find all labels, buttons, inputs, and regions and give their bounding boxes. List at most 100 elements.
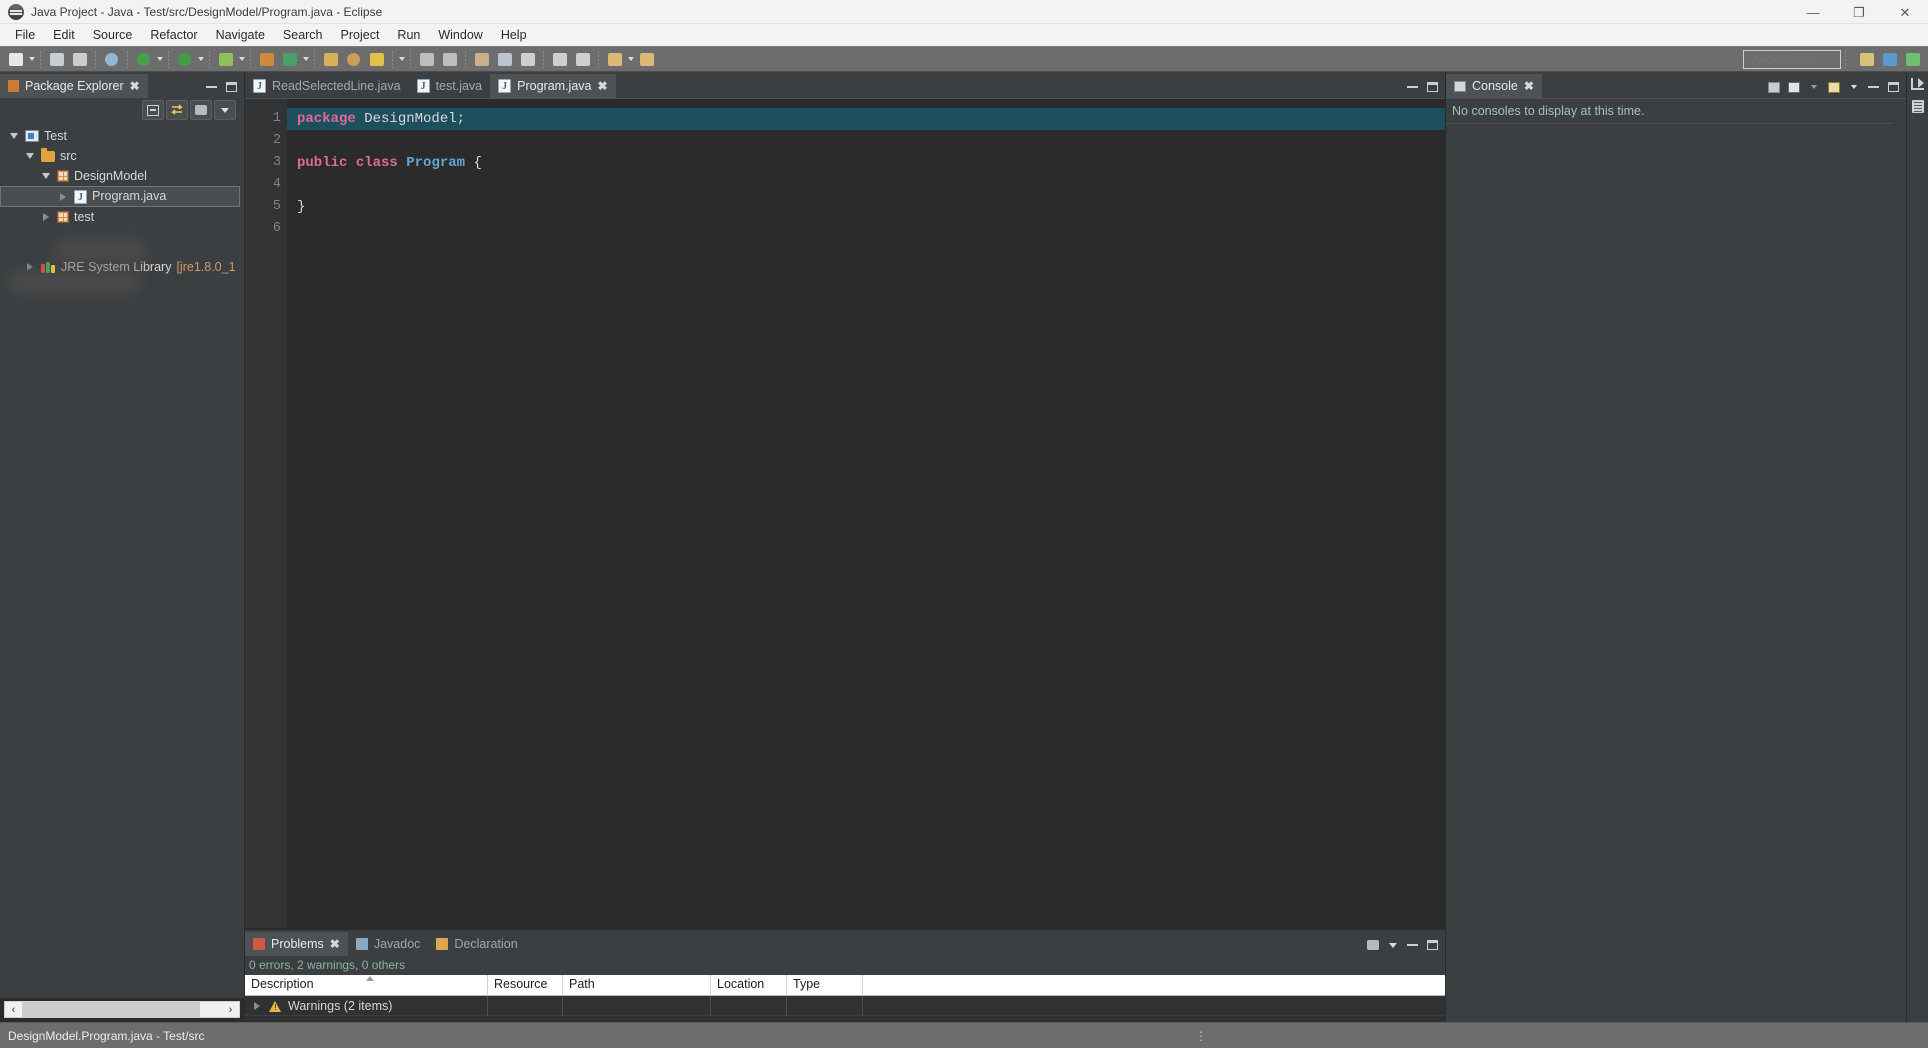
maximize-window-button[interactable]: ❐ bbox=[1836, 0, 1882, 24]
problems-tab-javadoc[interactable]: Javadoc bbox=[348, 932, 429, 956]
new-wizard-button[interactable] bbox=[5, 49, 26, 70]
save-button[interactable] bbox=[46, 49, 67, 70]
collapse-all-button[interactable] bbox=[142, 100, 164, 120]
code-line[interactable] bbox=[287, 218, 1445, 240]
menu-window[interactable]: Window bbox=[429, 26, 491, 44]
display-selected-console-button[interactable] bbox=[1785, 79, 1802, 95]
twisty-collapsed-icon[interactable] bbox=[57, 191, 69, 203]
console-minimize-button[interactable] bbox=[1865, 79, 1882, 95]
problems-column-path[interactable]: Path bbox=[563, 975, 711, 995]
hscroll-thumb[interactable] bbox=[22, 1002, 200, 1017]
tab-package-explorer[interactable]: Package Explorer ✖ bbox=[0, 74, 148, 98]
minimize-window-button[interactable]: — bbox=[1790, 0, 1836, 24]
problems-row-description[interactable]: Warnings (2 items) bbox=[245, 995, 488, 1016]
tree-item-designmodel[interactable]: DesignModel bbox=[0, 166, 244, 186]
back-button[interactable] bbox=[471, 49, 492, 70]
forward-nav-button[interactable] bbox=[636, 49, 657, 70]
menu-source[interactable]: Source bbox=[84, 26, 142, 44]
code-line[interactable]: package DesignModel; bbox=[287, 108, 1445, 130]
new-dropdown[interactable] bbox=[27, 50, 36, 68]
menu-run[interactable]: Run bbox=[388, 26, 429, 44]
editor-body[interactable]: 1 2 3 4 5 6 package DesignModel; public class … bbox=[245, 98, 1445, 928]
twisty-collapsed-icon[interactable] bbox=[40, 211, 52, 223]
menu-refactor[interactable]: Refactor bbox=[141, 26, 206, 44]
forward-button[interactable] bbox=[494, 49, 515, 70]
outline-button[interactable] bbox=[549, 49, 570, 70]
close-icon[interactable]: ✖ bbox=[130, 79, 140, 93]
editor-marker-bar[interactable] bbox=[245, 99, 261, 928]
annotation-button[interactable] bbox=[366, 49, 387, 70]
open-type-button[interactable] bbox=[320, 49, 341, 70]
problems-minimize-button[interactable] bbox=[1404, 937, 1421, 953]
menu-file[interactable]: File bbox=[6, 26, 44, 44]
new-java-project-button[interactable] bbox=[256, 49, 277, 70]
problems-dropdown-button[interactable] bbox=[1384, 937, 1401, 953]
console-maximize-button[interactable] bbox=[1885, 79, 1902, 95]
open-perspective-button[interactable] bbox=[1856, 49, 1877, 70]
open-console-dropdown[interactable] bbox=[1845, 79, 1862, 95]
close-icon[interactable]: ✖ bbox=[1524, 79, 1534, 93]
new-class-dropdown[interactable] bbox=[301, 50, 310, 68]
tree-item-program-java[interactable]: Program.java bbox=[0, 186, 240, 207]
link-with-editor-button[interactable] bbox=[166, 100, 188, 120]
menu-help[interactable]: Help bbox=[492, 26, 536, 44]
tree-item-src[interactable]: src bbox=[0, 146, 244, 166]
scroll-right-icon[interactable]: › bbox=[222, 1002, 239, 1017]
run-dropdown[interactable] bbox=[196, 50, 205, 68]
java-perspective-button[interactable] bbox=[1879, 49, 1900, 70]
editor-tab-program-java[interactable]: Program.java ✖ bbox=[490, 74, 616, 98]
clear-console-button[interactable] bbox=[1765, 79, 1782, 95]
editor-tab-test-java[interactable]: test.java bbox=[409, 74, 491, 98]
back-nav-button[interactable] bbox=[604, 49, 625, 70]
twisty-collapsed-icon[interactable] bbox=[251, 1000, 263, 1012]
code-line[interactable]: } bbox=[287, 196, 1445, 218]
package-explorer-minimize-button[interactable] bbox=[203, 79, 220, 95]
code-line[interactable] bbox=[287, 174, 1445, 196]
problems-tab-problems[interactable]: Problems ✖ bbox=[245, 932, 348, 956]
twisty-expanded-icon[interactable] bbox=[8, 130, 20, 142]
close-window-button[interactable]: ✕ bbox=[1882, 0, 1928, 24]
quick-access-input[interactable] bbox=[1743, 50, 1841, 69]
close-icon[interactable]: ✖ bbox=[330, 937, 340, 951]
twisty-expanded-icon[interactable] bbox=[40, 170, 52, 182]
debug-dropdown[interactable] bbox=[155, 50, 164, 68]
tab-console[interactable]: Console ✖ bbox=[1446, 74, 1542, 98]
problems-tab-declaration[interactable]: Declaration bbox=[428, 932, 525, 956]
editor-minimize-button[interactable] bbox=[1404, 79, 1421, 95]
problems-maximize-button[interactable] bbox=[1424, 937, 1441, 953]
tree-item-test[interactable]: Test bbox=[0, 126, 244, 146]
save-all-button[interactable] bbox=[69, 49, 90, 70]
console-rail-icon[interactable] bbox=[1910, 98, 1926, 114]
external-tools-dropdown[interactable] bbox=[237, 50, 246, 68]
code-line[interactable] bbox=[287, 130, 1445, 152]
problems-view-menu-button[interactable] bbox=[1364, 937, 1381, 953]
back-nav-dropdown[interactable] bbox=[626, 50, 635, 68]
restore-button[interactable] bbox=[1910, 76, 1926, 92]
toggle-mark-button[interactable] bbox=[572, 49, 593, 70]
problems-column-description[interactable]: Description bbox=[245, 975, 488, 995]
run-external-tools-button[interactable] bbox=[215, 49, 236, 70]
package-explorer-tree[interactable]: TestsrcDesignModelProgram.javatestJRE Sy… bbox=[0, 122, 244, 998]
problems-column-location[interactable]: Location bbox=[711, 975, 787, 995]
menu-project[interactable]: Project bbox=[332, 26, 389, 44]
package-explorer-hscrollbar[interactable]: ‹ › bbox=[0, 998, 244, 1022]
package-explorer-maximize-button[interactable] bbox=[223, 79, 240, 95]
code-line[interactable]: public class Program { bbox=[287, 152, 1445, 174]
editor-maximize-button[interactable] bbox=[1424, 79, 1441, 95]
console-body[interactable]: No consoles to display at this time. bbox=[1446, 98, 1906, 1022]
twisty-expanded-icon[interactable] bbox=[24, 150, 36, 162]
problems-table-row[interactable]: Warnings (2 items) bbox=[245, 995, 1445, 1016]
problems-column-resource[interactable]: Resource bbox=[488, 975, 563, 995]
menu-navigate[interactable]: Navigate bbox=[207, 26, 274, 44]
open-console-button[interactable] bbox=[1825, 79, 1842, 95]
previous-annotation-button[interactable] bbox=[416, 49, 437, 70]
search-button[interactable] bbox=[343, 49, 364, 70]
menu-search[interactable]: Search bbox=[274, 26, 332, 44]
annotation-dropdown[interactable] bbox=[397, 50, 406, 68]
java-ee-perspective-button[interactable] bbox=[1902, 49, 1923, 70]
run-button[interactable] bbox=[174, 49, 195, 70]
last-edit-button[interactable] bbox=[517, 49, 538, 70]
debug-button[interactable] bbox=[133, 49, 154, 70]
display-console-dropdown[interactable] bbox=[1805, 79, 1822, 95]
menu-edit[interactable]: Edit bbox=[44, 26, 84, 44]
